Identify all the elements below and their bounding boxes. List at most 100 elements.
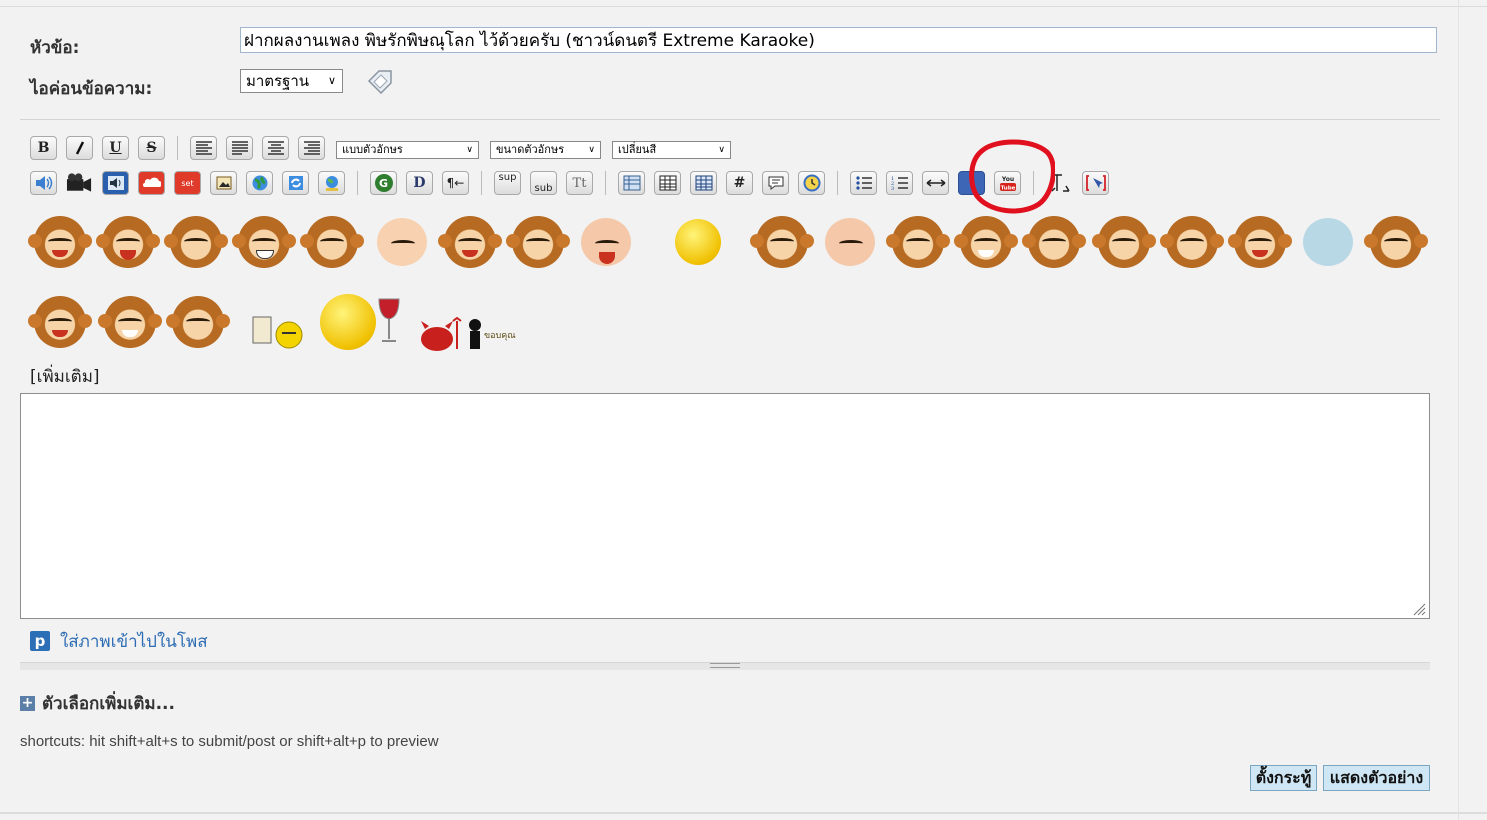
font-color-select[interactable]: เปลี่ยนสี ∨ <box>612 141 731 159</box>
smiley-reading[interactable] <box>248 305 308 353</box>
submit-post-button[interactable]: ตั้งกระทู้ <box>1250 765 1317 791</box>
direction-button[interactable]: ¶← <box>442 171 469 195</box>
resize-grip-icon[interactable] <box>1410 600 1426 616</box>
smiley-monkey-sleepy[interactable] <box>300 212 364 272</box>
dictionary-button[interactable]: D <box>406 171 433 195</box>
audio-button[interactable] <box>30 171 57 195</box>
subscript-button[interactable]: sub <box>530 171 557 195</box>
font-color-select-value: เปลี่ยนสี <box>618 143 657 156</box>
svg-text:3: 3 <box>891 186 894 191</box>
italic-button[interactable] <box>66 136 93 160</box>
align-left-button[interactable] <box>190 136 217 160</box>
smiley-monkey-shock[interactable] <box>1228 212 1292 272</box>
insert-photo-link[interactable]: p ใส่ภาพเข้าไปในโพส <box>30 630 208 652</box>
smiley-monkey-laugh[interactable] <box>96 212 160 272</box>
smiley-monkey-dizzy[interactable] <box>1092 212 1156 272</box>
smiley-yellow-fist[interactable] <box>668 212 728 272</box>
horizontal-rule-button[interactable] <box>922 171 949 195</box>
more-smilies-link[interactable]: [เพิ่มเติม] <box>30 363 100 390</box>
table-button[interactable] <box>618 171 645 195</box>
strikethrough-button[interactable]: S <box>138 136 165 160</box>
hash-button[interactable]: # <box>726 171 753 195</box>
text-case-label: Tt <box>572 175 587 191</box>
globe-icon <box>252 175 267 191</box>
superscript-button[interactable]: sup <box>494 171 521 195</box>
timer-button[interactable] <box>798 171 825 195</box>
smiley-monkey-blush[interactable] <box>1160 212 1224 272</box>
chevron-down-icon: ∨ <box>327 74 336 87</box>
numbered-list-button[interactable]: 123 <box>886 171 913 195</box>
smiley-baby-crying[interactable] <box>372 212 432 272</box>
align-center-icon <box>267 141 284 155</box>
smiley-monkey-magnify[interactable] <box>1022 212 1086 272</box>
picture-icon <box>216 176 231 190</box>
smiley-monkey-shy[interactable] <box>164 212 228 272</box>
insert-photo-text: ใส่ภาพเข้าไปในโพส <box>60 631 208 652</box>
subject-label: หัวข้อ: <box>30 38 80 58</box>
smiley-pig-angry[interactable] <box>820 212 880 272</box>
smiley-monkey-tongue[interactable] <box>28 212 92 272</box>
align-center-button[interactable] <box>262 136 289 160</box>
smiley-monkey-grin[interactable] <box>954 212 1018 272</box>
image-button[interactable] <box>210 171 237 195</box>
clock-icon <box>803 174 820 192</box>
bullet-list-icon <box>855 176 872 190</box>
underline-button[interactable]: U <box>102 136 129 160</box>
smiley-devil[interactable] <box>415 315 465 355</box>
chevron-down-icon: ∨ <box>466 145 473 155</box>
text-direction-icon: ¶← <box>446 176 465 190</box>
web-link-button[interactable] <box>246 171 273 195</box>
google-button[interactable]: G <box>370 171 397 195</box>
font-family-select[interactable]: แบบตัวอักษร ∨ <box>336 141 479 159</box>
bullet-list-button[interactable] <box>850 171 877 195</box>
underline-label: U <box>109 140 122 156</box>
text-case-button[interactable]: Tt <box>566 171 593 195</box>
more-options-toggle[interactable]: + ตัวเลือกเพิ่มเติม... <box>20 690 175 717</box>
google-icon: G <box>374 174 393 192</box>
globe-monitor-icon <box>325 176 338 191</box>
smiley-pig-cry[interactable] <box>576 212 636 272</box>
grid-icon <box>659 175 676 191</box>
font-family-select-value: แบบตัวอักษร <box>342 143 403 156</box>
bold-button[interactable]: B <box>30 136 57 160</box>
smiley-monkey-sweat[interactable] <box>886 212 950 272</box>
post-icon-select[interactable]: มาตรฐาน ∨ <box>240 69 343 93</box>
post-icon-select-value: มาตรฐาน <box>246 72 310 90</box>
align-justify-button[interactable] <box>226 136 253 160</box>
align-right-button[interactable] <box>298 136 325 160</box>
speaker-icon <box>35 176 52 190</box>
video-camera-button[interactable] <box>66 171 93 195</box>
smiley-monkey-steam[interactable] <box>166 292 230 352</box>
strike-label: S <box>146 140 157 156</box>
soundcloud-button[interactable] <box>138 171 165 195</box>
preview-button[interactable]: แสดงตัวอย่าง <box>1323 765 1430 791</box>
smiley-monkey-tears[interactable] <box>750 212 814 272</box>
thanks-text: ขอบคุณ <box>484 331 516 341</box>
smiley-monkey-speech[interactable] <box>232 212 296 272</box>
setlist-button[interactable]: set <box>174 171 201 195</box>
subject-input[interactable] <box>240 27 1437 53</box>
font-size-select[interactable]: ขนาดตัวอักษร ∨ <box>490 141 601 159</box>
wine-glass-icon <box>378 298 400 342</box>
align-justify-icon <box>231 141 248 155</box>
toolbar-separator <box>605 171 606 195</box>
message-textarea[interactable] <box>20 393 1430 619</box>
smiley-monkey-love[interactable] <box>438 212 502 272</box>
smiley-thanks[interactable]: ขอบคุณ <box>468 315 538 355</box>
cloud-icon <box>142 177 161 187</box>
remove-format-button[interactable] <box>1082 171 1109 195</box>
thanks-figure-icon <box>469 319 481 349</box>
smiley-monkey-angry[interactable] <box>98 292 162 352</box>
media-player-button[interactable] <box>102 171 129 195</box>
blue-grid-button[interactable] <box>690 171 717 195</box>
smiley-frozen[interactable] <box>1298 212 1358 272</box>
smiley-monkey-cover[interactable] <box>506 212 570 272</box>
insert-media-button[interactable] <box>318 171 345 195</box>
smiley-monkey-punched[interactable] <box>28 292 92 352</box>
smiley-monkey-side[interactable] <box>1364 212 1428 272</box>
quote-button[interactable] <box>762 171 789 195</box>
chevron-down-icon: ∨ <box>718 145 725 155</box>
grid-table-button[interactable] <box>654 171 681 195</box>
refresh-link-button[interactable] <box>282 171 309 195</box>
smiley-cheers-wine[interactable] <box>320 292 402 352</box>
